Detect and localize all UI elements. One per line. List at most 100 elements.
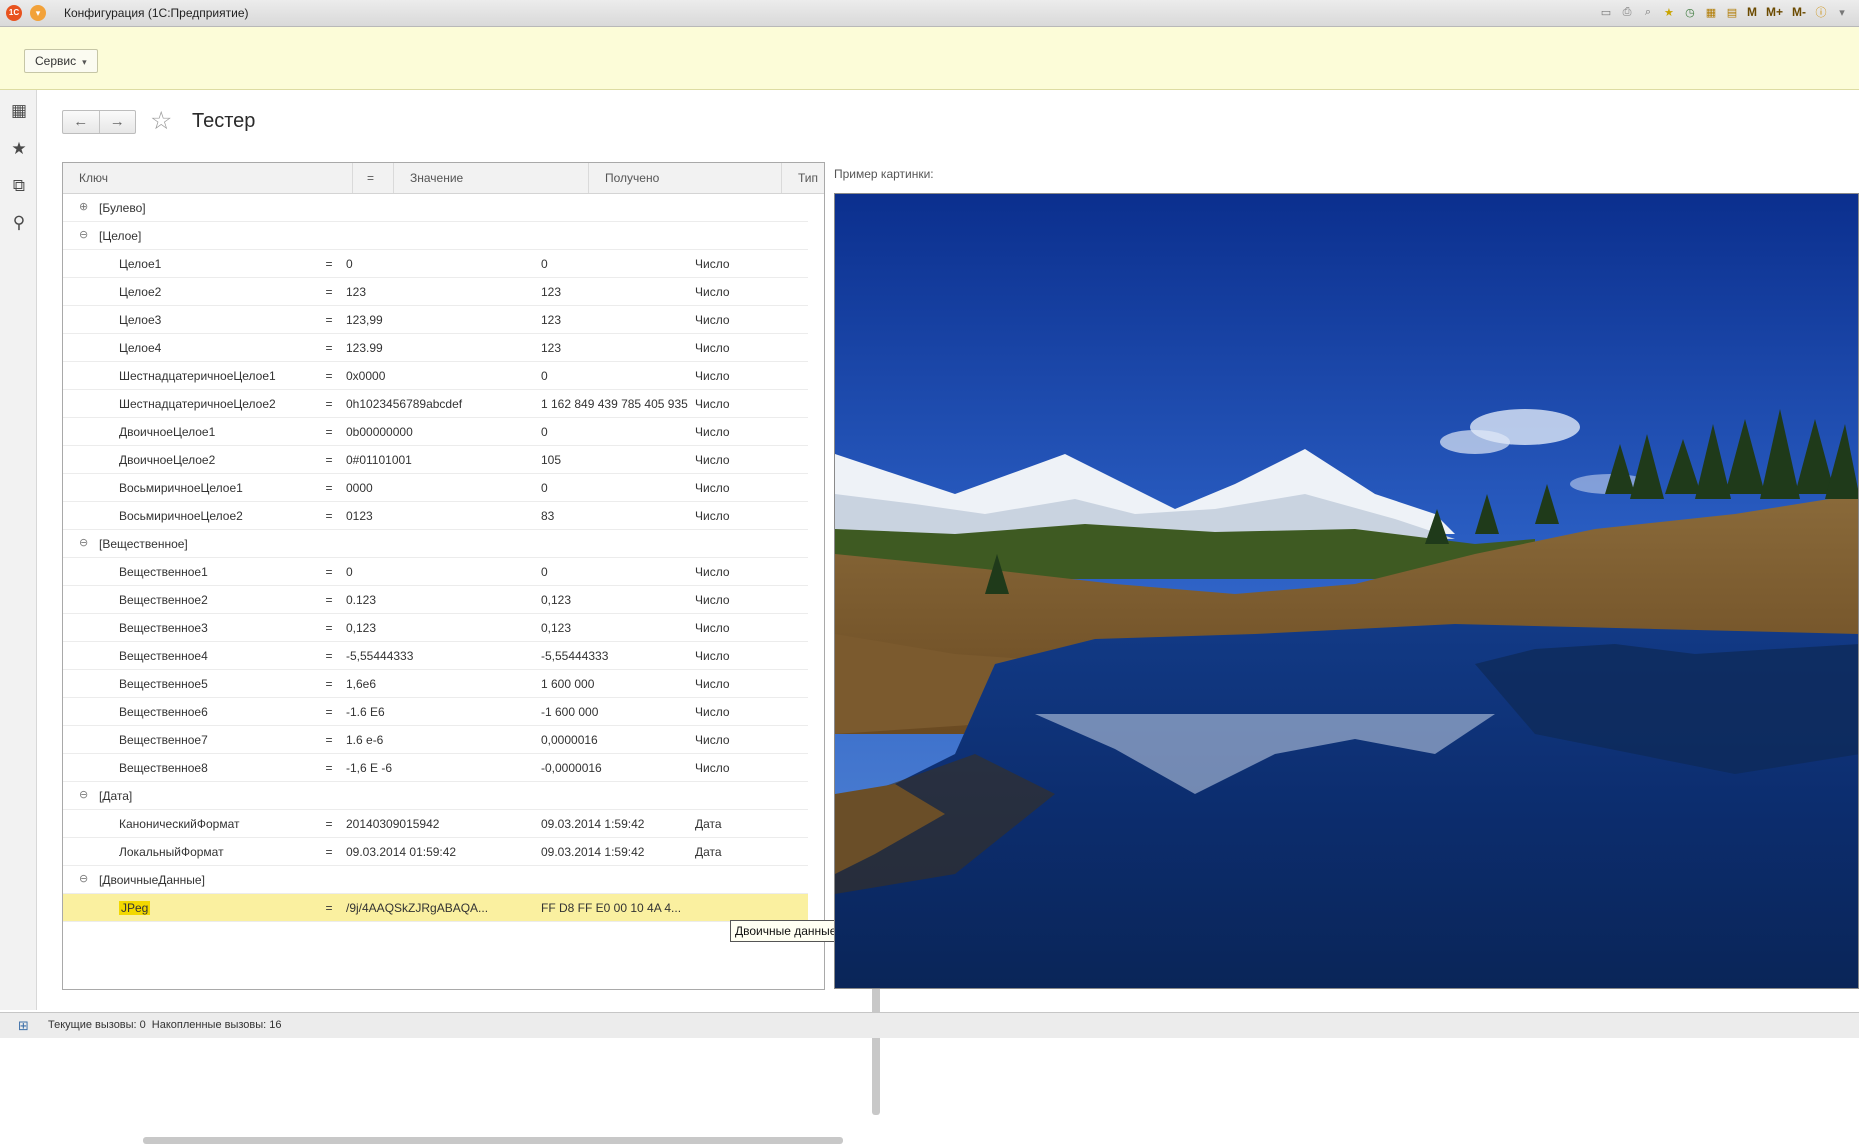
window-title: Конфигурация (1С:Предприятие) (64, 6, 249, 20)
landscape-image (835, 194, 1858, 988)
table-row[interactable]: ВосьмиричноеЦелое2 = 0123 83 Число (63, 502, 808, 530)
chevron-down-icon[interactable]: ▾ (1833, 3, 1851, 21)
group-row[interactable]: ⊖ [ДвоичныеДанные] (63, 866, 808, 894)
type-cell: Число (695, 481, 730, 495)
table-row[interactable]: Целое3 = 123,99 123 Число (63, 306, 808, 334)
table-row[interactable]: Вещественное6 = -1.6 E6 -1 600 000 Число (63, 698, 808, 726)
table-row[interactable]: JPeg =/9j/4AAQSkZJRgABAQA... FF D8 FF E0 0… (63, 894, 808, 922)
keys-table[interactable]: Ключ = Значение Получено Тип ⊕ [Булево] ⊖ [… (62, 162, 880, 1144)
info-icon[interactable]: ⓘ (1812, 3, 1830, 21)
value-cell: 09.03.2014 01:59:42 (346, 845, 457, 859)
value-cell: -5,55444333 (346, 649, 414, 663)
title-bar: 1С ▾ Конфигурация (1С:Предприятие) ▭ ⎙ ⌕… (0, 0, 1859, 27)
table-row[interactable]: Целое2 = 123 123 Число (63, 278, 808, 306)
received-cell: FF D8 FF E0 00 10 4A 4... (541, 901, 682, 915)
status-bar: ⊞ Текущие вызовы: 0 Накопленные вызовы: 1… (0, 1012, 1859, 1038)
table-row[interactable]: Вещественное3 = 0,123 0,123 Число (63, 614, 808, 642)
table-row[interactable]: ДвоичноеЦелое1 = 0b00000000 0 Число (63, 418, 808, 446)
type-cell: Число (695, 397, 730, 411)
value-cell: 0b00000000 (346, 425, 413, 439)
main-menu-dropdown-icon[interactable]: ▾ (30, 5, 46, 21)
value-cell: 0h1023456789abcdef (346, 397, 463, 411)
column-header-value[interactable]: Значение (394, 163, 589, 193)
app-logo-icon[interactable]: 1С (6, 5, 22, 21)
forward-button[interactable]: → (100, 111, 136, 133)
table-row[interactable]: ШестнадцатеричноеЦелое2 = 0h1023456789abcd… (63, 390, 808, 418)
table-row[interactable]: Вещественное7 = 1.6 e-6 0,0000016 Число (63, 726, 808, 754)
memory-button[interactable]: M (1744, 3, 1760, 21)
preview-icon[interactable]: ⌕ (1639, 3, 1657, 21)
table-row[interactable]: Целое1 = 0 0 Число (63, 250, 808, 278)
table-row[interactable]: Вещественное8 = -1,6 E -6 -0,0000016 Число (63, 754, 808, 782)
history-icon[interactable]: ◷ (1681, 3, 1699, 21)
value-cell: 0#01101001 (346, 453, 412, 467)
favorite-star-icon[interactable]: ☆ (150, 106, 172, 136)
table-row[interactable]: Вещественное2 = 0.123 0,123 Число (63, 586, 808, 614)
value-cell: 1.6 e-6 (346, 733, 384, 747)
calculator-icon[interactable]: ▤ (1723, 3, 1741, 21)
back-button[interactable]: ← (63, 111, 100, 133)
expand-toggle-icon[interactable]: ⊖ (79, 866, 88, 893)
type-cell: Число (695, 733, 730, 747)
expand-toggle-icon[interactable]: ⊖ (79, 782, 88, 809)
type-cell: Число (695, 621, 730, 635)
print-icon[interactable]: ⎙ (1618, 3, 1636, 21)
current-calls: Текущие вызовы: 0 (48, 1019, 146, 1031)
favorites-add-icon[interactable]: ★ (1660, 3, 1678, 21)
service-menu-button[interactable]: Сервис ▾ (24, 49, 98, 73)
group-label: [ДвоичныеДанные] (99, 873, 205, 887)
type-cell: Число (695, 677, 730, 691)
table-row[interactable]: ШестнадцатеричноеЦелое1 = 0x0000 0 Число (63, 362, 808, 390)
expand-toggle-icon[interactable]: ⊖ (79, 530, 88, 557)
expand-toggle-icon[interactable]: ⊖ (79, 222, 88, 249)
table-row[interactable]: ЛокальныйФормат = 09.03.2014 01:59:42 09.03… (63, 838, 808, 866)
table-row[interactable]: Вещественное5 = 1,6e6 1 600 000 Число (63, 670, 808, 698)
received-cell: 0 (541, 257, 548, 271)
group-row[interactable]: ⊖ [Целое] (63, 222, 808, 250)
table-row[interactable]: КаноническийФормат = 20140309015942 09.03.2… (63, 810, 808, 838)
group-label: [Булево] (99, 201, 146, 215)
search-icon[interactable]: ⚲ (10, 214, 28, 232)
column-header-eq[interactable]: = (353, 163, 394, 193)
calendar-icon[interactable]: ▦ (1702, 3, 1720, 21)
type-cell: Дата (695, 817, 722, 831)
memory-minus-button[interactable]: M- (1789, 3, 1809, 21)
received-cell: 123 (541, 341, 562, 355)
received-cell: 0 (541, 565, 548, 579)
value-cell: 0123 (346, 509, 373, 523)
received-cell: 0 (541, 369, 548, 383)
received-cell: -1 600 000 (541, 705, 599, 719)
table-row[interactable]: Вещественное4 = -5,55444333 -5,55444333 Числ… (63, 642, 808, 670)
type-tooltip: Двоичные данные (730, 920, 842, 942)
group-label: [Дата] (99, 789, 133, 803)
type-cell: Число (695, 509, 730, 523)
column-header-key[interactable]: Ключ (63, 163, 353, 193)
type-cell: Число (695, 257, 730, 271)
column-header-received[interactable]: Получено (589, 163, 782, 193)
performance-counter-icon[interactable]: ⊞ (18, 1018, 34, 1033)
group-row[interactable]: ⊖ [Дата] (63, 782, 808, 810)
received-cell: 0,123 (541, 621, 572, 635)
menu-grid-icon[interactable]: ▦ (10, 102, 28, 120)
group-row[interactable]: ⊕ [Булево] (63, 194, 808, 222)
type-cell (695, 894, 805, 922)
history-navigation: ← → (62, 110, 136, 134)
save-icon[interactable]: ▭ (1597, 3, 1615, 21)
table-row[interactable]: Целое4 = 123.99 123 Число (63, 334, 808, 362)
table-row[interactable]: ВосьмиричноеЦелое1 = 0000 0 Число (63, 474, 808, 502)
table-row[interactable]: Вещественное1 = 0 0 Число (63, 558, 808, 586)
value-cell: /9j/4AAQSkZJRgABAQA... (346, 901, 489, 915)
column-header-type[interactable]: Тип (782, 163, 824, 193)
value-cell: 0 (346, 257, 353, 271)
received-cell: -5,55444333 (541, 649, 609, 663)
history-pages-icon[interactable]: ⧉ (10, 177, 28, 195)
favorites-star-icon[interactable]: ★ (10, 140, 28, 158)
memory-plus-button[interactable]: M+ (1763, 3, 1786, 21)
group-row[interactable]: ⊖ [Вещественное] (63, 530, 808, 558)
value-cell: -1,6 E -6 (346, 761, 393, 775)
horizontal-scrollbar[interactable] (143, 1137, 843, 1144)
table-row[interactable]: ДвоичноеЦелое2 = 0#01101001 105 Число (63, 446, 808, 474)
expand-toggle-icon[interactable]: ⊕ (79, 194, 88, 221)
type-cell: Число (695, 593, 730, 607)
received-cell: 83 (541, 509, 555, 523)
